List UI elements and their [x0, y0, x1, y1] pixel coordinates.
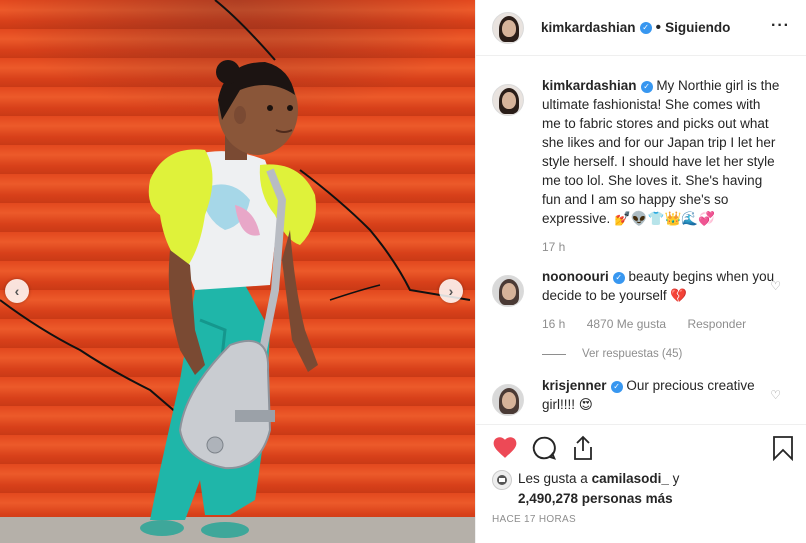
liker-username[interactable]: camilasodi_ [592, 471, 669, 486]
author-username[interactable]: kimkardashian [541, 20, 636, 35]
bookmark-icon[interactable] [772, 435, 794, 461]
instagram-post: ‹ › kimkardashian ✓ • Siguiendo ··· kimk… [0, 0, 806, 543]
more-options-icon[interactable]: ··· [771, 17, 790, 35]
reply-button[interactable]: Responder [687, 317, 746, 331]
caption-meta: 17 h [542, 238, 780, 257]
view-replies-label[interactable]: Ver respuestas (45) [582, 348, 682, 360]
comment-time[interactable]: 16 h [542, 317, 565, 331]
chevron-right-icon[interactable]: › [439, 279, 463, 303]
verified-badge-icon: ✓ [612, 272, 625, 284]
post-header: kimkardashian ✓ • Siguiendo ··· [476, 0, 806, 56]
verified-badge-icon: ✓ [640, 81, 653, 93]
comment-item: noonoouri ✓ beauty begins when you decide… [476, 267, 806, 334]
comment-item: krisjenner ✓ Our precious creative girl!!… [476, 376, 806, 416]
comment-like-heart-icon[interactable]: ♡ [770, 279, 781, 293]
comment-icon[interactable] [531, 435, 557, 461]
comment-username[interactable]: noonoouri [542, 269, 609, 284]
caption-body: kimkardashian ✓ My Northie girl is the ul… [542, 76, 780, 257]
comment-body: krisjenner ✓ Our precious creative girl!!… [542, 376, 780, 416]
post-timestamp[interactable]: HACE 17 HORAS [492, 514, 576, 525]
follow-status-button[interactable]: Siguiendo [665, 20, 730, 35]
verified-badge-icon: ✓ [639, 21, 652, 34]
likes-conj: y [672, 471, 680, 486]
view-replies-link[interactable]: Ver respuestas (45) [542, 348, 806, 360]
caption-time[interactable]: 17 h [542, 240, 565, 254]
comment-meta: 16 h 4870 Me gusta Responder [542, 315, 780, 334]
post-sidebar: kimkardashian ✓ • Siguiendo ··· kimkarda… [475, 0, 806, 543]
avatar[interactable] [492, 275, 524, 307]
likes-prefix: Les gusta a [518, 471, 588, 486]
heart-icon[interactable] [492, 435, 518, 459]
comment-like-heart-icon[interactable]: ♡ [770, 388, 781, 402]
caption-text: My Northie girl is the ultimate fashioni… [542, 78, 780, 226]
avatar[interactable] [492, 11, 524, 44]
likes-count[interactable]: 2,490,278 personas más [518, 491, 673, 506]
girl-illustration [0, 0, 475, 543]
avatar[interactable] [492, 384, 524, 416]
comment-likes[interactable]: 4870 Me gusta [587, 317, 666, 331]
action-bar [476, 424, 806, 474]
caption: kimkardashian ✓ My Northie girl is the ul… [476, 76, 806, 257]
post-photo: ‹ › [0, 0, 475, 543]
separator-dot: • [655, 18, 662, 36]
caption-username[interactable]: kimkardashian [542, 78, 637, 93]
verified-badge-icon: ✓ [610, 381, 623, 393]
share-icon[interactable] [571, 435, 595, 461]
comment-body: noonoouri ✓ beauty begins when you decide… [542, 267, 780, 334]
comments-list: kimkardashian ✓ My Northie girl is the ul… [476, 76, 806, 424]
avatar[interactable] [492, 84, 524, 116]
liker-avatar[interactable] [492, 470, 512, 490]
divider-line [542, 353, 566, 355]
likes-text: Les gusta a camilasodi_ y 2,490,278 pers… [518, 469, 679, 509]
likes-summary: Les gusta a camilasodi_ y 2,490,278 pers… [492, 469, 792, 509]
comment-username[interactable]: krisjenner [542, 378, 607, 393]
chevron-left-icon[interactable]: ‹ [5, 279, 29, 303]
